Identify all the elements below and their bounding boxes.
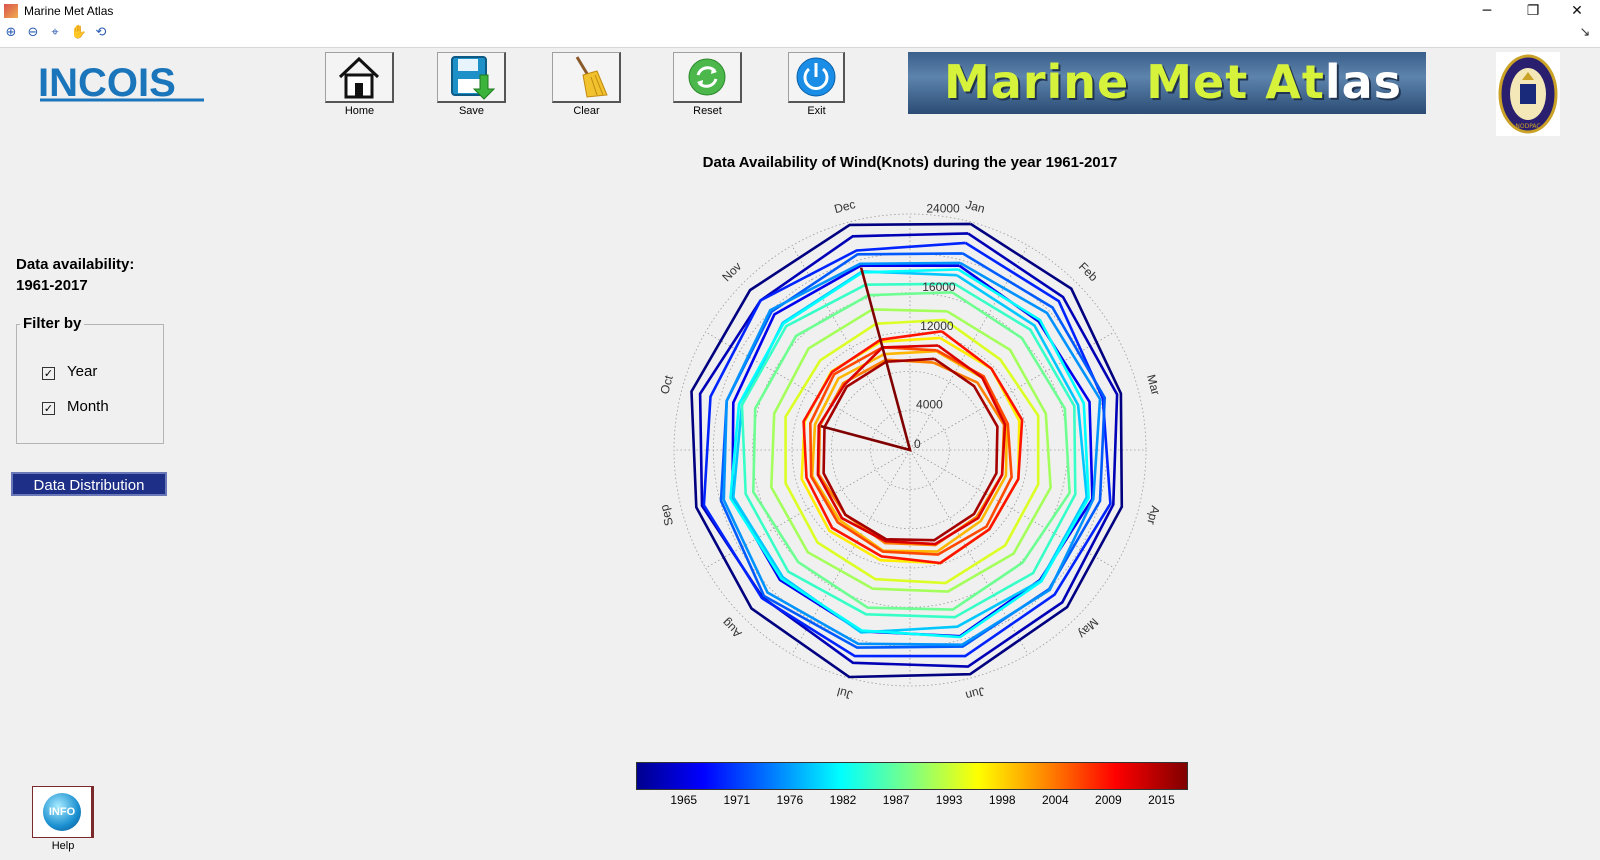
colorbar-tick-label: 1976 xyxy=(776,793,804,807)
colorbar-tick-label: 1998 xyxy=(988,793,1016,807)
reset-button-label: Reset xyxy=(693,105,722,117)
close-button[interactable]: ✕ xyxy=(1554,0,1600,22)
colorbar-tick-label: 2004 xyxy=(1041,793,1069,807)
angular-label-jun: Jun xyxy=(964,684,986,703)
angular-label-oct: Oct xyxy=(657,373,676,395)
colorbar-tick-label: 2009 xyxy=(1095,793,1122,807)
save-button[interactable]: Save xyxy=(437,52,506,117)
incois-logo-text: INCOIS xyxy=(38,61,176,104)
minimize-button[interactable]: ─ xyxy=(1464,0,1510,22)
filter-panel xyxy=(16,324,164,444)
incois-logo-graphic: INCOIS xyxy=(38,61,204,105)
angular-label-sep: Sep xyxy=(657,503,676,528)
zoom-in-icon[interactable]: ⊕ xyxy=(2,24,20,42)
angular-label-nov: Nov xyxy=(719,259,744,284)
clear-button[interactable]: Clear xyxy=(552,52,621,117)
emblem-text: NODPAC xyxy=(1515,123,1540,130)
home-button[interactable]: Home xyxy=(325,52,394,117)
figure-toolbar: ⊕ ⊖ ⌖ ✋ ⟲ ↘ xyxy=(0,22,1600,48)
colorbar xyxy=(636,762,1188,790)
data-distribution-button[interactable]: Data Distribution xyxy=(11,472,167,496)
zoom-out-icon[interactable]: ⊖ xyxy=(24,24,42,42)
data-availability-range: 1961-2017 xyxy=(16,277,88,294)
refresh-icon xyxy=(688,58,726,96)
banner-title: Marine Met Atlas xyxy=(944,55,1402,109)
exit-button[interactable]: Exit xyxy=(788,52,845,117)
power-icon xyxy=(796,57,836,97)
marine-met-atlas-banner: Marine Met Atlas xyxy=(908,52,1426,114)
radial-tick-label: 0 xyxy=(914,437,921,451)
radial-tick-label: 24000 xyxy=(926,201,960,215)
save-button-label: Save xyxy=(458,105,485,117)
home-icon xyxy=(338,56,380,99)
colorbar-tick-label: 1987 xyxy=(882,793,910,807)
exit-button-label: Exit xyxy=(807,105,826,117)
data-cursor-icon[interactable]: ⌖ xyxy=(46,24,64,42)
filter-month-label: Month xyxy=(67,398,109,415)
colorbar-tick-label: 1971 xyxy=(723,793,751,807)
data-availability: Data availability: 1961-2017 xyxy=(16,254,134,296)
polar-series xyxy=(690,222,1124,679)
window-title-bar: Marine Met Atlas ─ ❐ ✕ xyxy=(0,0,1600,22)
banner-part-4: las xyxy=(1324,55,1403,109)
rotate-icon[interactable]: ⟲ xyxy=(92,24,110,42)
nodpac-emblem: NODPAC xyxy=(1496,52,1560,136)
dock-arrow-icon[interactable]: ↘ xyxy=(1576,24,1594,42)
angular-label-feb: Feb xyxy=(1076,260,1101,285)
checkbox-checked-icon[interactable]: ✓ xyxy=(42,402,55,415)
angular-label-apr: Apr xyxy=(1144,504,1162,526)
banner-part-1: Marine xyxy=(944,55,1147,109)
filter-year-label: Year xyxy=(67,363,98,380)
filter-month-checkbox[interactable]: ✓ Month xyxy=(42,398,109,415)
incois-logo: INCOIS xyxy=(38,52,208,105)
data-availability-label: Data availability: xyxy=(16,256,135,273)
info-icon: INFO xyxy=(43,793,81,831)
angular-label-jan: Jan xyxy=(964,197,986,216)
angular-label-dec: Dec xyxy=(833,197,857,216)
clear-button-label: Clear xyxy=(573,105,600,117)
restore-button[interactable]: ❐ xyxy=(1510,0,1556,22)
chart-title: Data Availability of Wind(Knots) during … xyxy=(702,154,1118,171)
radial-tick-label: 16000 xyxy=(922,280,956,294)
angular-label-may: May xyxy=(1075,615,1101,641)
matlab-app-icon xyxy=(4,4,18,18)
radial-tick-label: 12000 xyxy=(920,319,954,333)
help-button-label: Help xyxy=(51,840,75,852)
banner-part-3: At xyxy=(1265,55,1325,109)
pan-icon[interactable]: ✋ xyxy=(70,24,88,42)
reset-button[interactable]: Reset xyxy=(673,52,742,117)
angular-label-mar: Mar xyxy=(1144,373,1163,397)
angular-label-aug: Aug xyxy=(719,616,744,641)
colorbar-tick-label: 1993 xyxy=(935,793,963,807)
colorbar-tick-label: 2015 xyxy=(1148,793,1175,807)
radial-tick-label: 4000 xyxy=(916,398,943,412)
home-button-label: Home xyxy=(344,105,375,117)
floppy-icon xyxy=(451,56,496,100)
colorbar-ticks: 1965 1971 1976 1982 1987 1993 1998 2004 2009 2015 xyxy=(636,793,1188,809)
window-title: Marine Met Atlas xyxy=(24,4,114,18)
checkbox-checked-icon[interactable]: ✓ xyxy=(42,367,55,380)
angular-label-jul: Jul xyxy=(836,685,854,702)
broom-icon xyxy=(575,56,608,98)
nodpac-emblem-graphic: NODPAC xyxy=(1498,54,1558,134)
polar-plot: Jan Feb Mar Apr May Jun Jul Aug Sep Oct Nov Dec 0 400… xyxy=(657,197,1163,703)
help-button[interactable]: INFO Help xyxy=(32,786,94,852)
banner-part-2: Met xyxy=(1146,55,1266,109)
filter-panel-title: Filter by xyxy=(20,315,85,332)
colorbar-tick-label: 1965 xyxy=(670,793,698,807)
colorbar-tick-label: 1982 xyxy=(829,793,857,807)
filter-year-checkbox[interactable]: ✓ Year xyxy=(42,363,97,380)
